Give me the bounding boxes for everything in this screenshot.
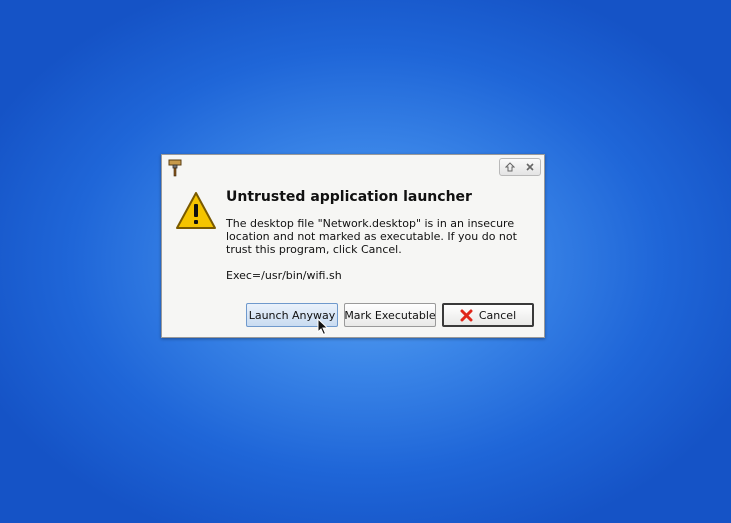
mouse-pointer-icon (317, 318, 329, 336)
untrusted-launcher-dialog: Untrusted application launcher The deskt… (161, 154, 545, 338)
close-button[interactable] (520, 159, 540, 175)
dialog-titlebar[interactable] (162, 155, 544, 179)
exec-line: Exec=/usr/bin/wifi.sh (226, 269, 342, 282)
cancel-label: Cancel (478, 308, 517, 322)
mark-executable-button[interactable]: Mark Executable (344, 303, 436, 327)
paintbrush-icon (168, 159, 182, 177)
maximize-icon (505, 162, 515, 172)
dialog-title: Untrusted application launcher (226, 189, 472, 205)
close-icon (526, 163, 534, 171)
cancel-x-icon (460, 309, 473, 322)
window-controls (499, 158, 541, 176)
maximize-button[interactable] (500, 159, 520, 175)
cancel-button[interactable]: Cancel (442, 303, 534, 327)
dialog-message: The desktop file "Network.desktop" is in… (226, 217, 517, 256)
mark-executable-label: Mark Executable (344, 308, 436, 322)
warning-triangle-icon (176, 192, 216, 229)
